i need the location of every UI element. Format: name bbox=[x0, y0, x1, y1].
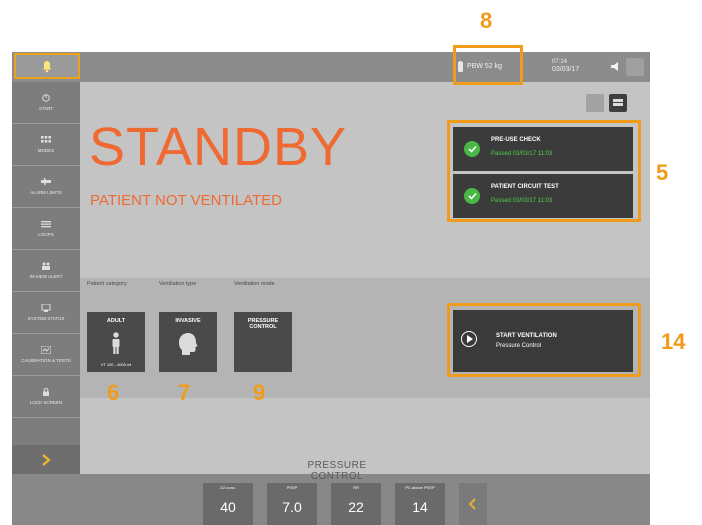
people-icon bbox=[42, 262, 50, 270]
chevron-left-icon bbox=[469, 498, 476, 510]
modes-icon bbox=[41, 136, 51, 143]
collapse-params-button[interactable] bbox=[459, 483, 487, 525]
param-label: RR bbox=[353, 485, 359, 490]
param-value: 40 bbox=[220, 499, 236, 515]
brightness-button[interactable] bbox=[626, 58, 644, 76]
param-value: 22 bbox=[348, 499, 364, 515]
head-profile-icon bbox=[179, 333, 198, 355]
sidebar-item-start[interactable]: START bbox=[12, 82, 80, 124]
adult-category-tile[interactable]: ADULT VT 100 - 4000 ml bbox=[87, 312, 145, 372]
current-mode-title: PRESSURE CONTROL bbox=[307, 460, 367, 482]
invasive-type-tile[interactable]: INVASIVE bbox=[159, 312, 217, 372]
param-label: PEEP bbox=[286, 485, 298, 490]
time-text: 07:14 bbox=[552, 59, 568, 65]
waveform-view-button[interactable] bbox=[586, 94, 604, 112]
param-peep[interactable]: PEEP 7.0 bbox=[267, 483, 317, 525]
sidebar-item-loops[interactable]: LOOPS bbox=[12, 208, 80, 250]
layers-view-button[interactable] bbox=[609, 94, 627, 112]
loops-icon bbox=[41, 221, 51, 228]
date-text: 03/03/17 bbox=[552, 66, 580, 73]
sidebar-item-label: START bbox=[38, 106, 54, 111]
tile-label: ADULT bbox=[106, 318, 126, 324]
person-icon bbox=[112, 332, 120, 354]
callout-box-5 bbox=[447, 120, 641, 222]
param-rr[interactable]: RR 22 bbox=[331, 483, 381, 525]
param-o2-concentration[interactable]: O2 conc. 40 bbox=[203, 483, 253, 525]
tile-subtext: VT 100 - 4000 ml bbox=[100, 362, 132, 367]
calibration-icon bbox=[41, 346, 51, 354]
callout-number-7: 7 bbox=[178, 380, 191, 405]
bell-icon bbox=[42, 61, 52, 73]
sidebar: START MODES ALARM LIMITS LOOPS IN-VIEW A… bbox=[12, 82, 80, 475]
sidebar-item-calibration[interactable]: CALIBRATION & TESTS bbox=[12, 334, 80, 376]
alarm-bell-button[interactable] bbox=[14, 53, 80, 79]
tile-label: INVASIVE bbox=[175, 318, 201, 324]
sidebar-item-system-status[interactable]: SYSTEM STATUS bbox=[12, 292, 80, 334]
sidebar-item-in-view-alert[interactable]: IN-VIEW ALERT bbox=[12, 250, 80, 292]
ventilation-type-label: Ventilation type bbox=[159, 281, 197, 287]
sidebar-next-button[interactable] bbox=[12, 445, 80, 475]
sidebar-item-label: MODES bbox=[37, 148, 55, 153]
param-value: 14 bbox=[412, 499, 428, 515]
param-value: 7.0 bbox=[282, 499, 302, 515]
power-icon bbox=[42, 94, 50, 102]
tile-label: PRESSURE CONTROL bbox=[247, 318, 279, 330]
callout-number-9: 9 bbox=[253, 380, 266, 405]
sidebar-item-label: IN-VIEW ALERT bbox=[29, 274, 63, 279]
sidebar-item-label: LOCK SCREEN bbox=[29, 400, 63, 405]
sidebar-item-label: CALIBRATION & TESTS bbox=[21, 358, 71, 363]
sidebar-item-alarm-limits[interactable]: ALARM LIMITS bbox=[12, 166, 80, 208]
sidebar-item-label: LOOPS bbox=[38, 232, 54, 237]
sidebar-item-label: ALARM LIMITS bbox=[30, 190, 62, 195]
date-time: 07:14 03/03/17 bbox=[552, 59, 579, 73]
chevron-right-icon bbox=[42, 454, 51, 466]
lock-icon bbox=[43, 388, 49, 396]
standby-title: STANDBY bbox=[89, 117, 348, 177]
top-bar: PBW 52 kg 07:14 03/03/17 bbox=[12, 52, 650, 82]
patient-status: PATIENT NOT VENTILATED bbox=[90, 192, 282, 209]
callout-number-8: 8 bbox=[480, 8, 493, 33]
callout-box-8 bbox=[453, 45, 523, 85]
param-label: O2 conc. bbox=[219, 485, 236, 490]
pressure-control-mode-tile[interactable]: PRESSURE CONTROL bbox=[234, 312, 292, 372]
alarm-limits-icon bbox=[41, 178, 51, 185]
param-pc-above-peep[interactable]: PC above PEEP 14 bbox=[395, 483, 445, 525]
layers-icon bbox=[613, 98, 623, 106]
callout-number-14: 14 bbox=[661, 329, 686, 354]
sidebar-item-lock-screen[interactable]: LOCK SCREEN bbox=[12, 376, 80, 418]
sidebar-item-modes[interactable]: MODES bbox=[12, 124, 80, 166]
callout-number-6: 6 bbox=[107, 380, 120, 405]
speaker-icon[interactable] bbox=[610, 61, 624, 72]
callout-box-14 bbox=[447, 303, 641, 377]
sidebar-item-label: SYSTEM STATUS bbox=[27, 316, 65, 321]
system-icon bbox=[41, 304, 51, 312]
param-label: PC above PEEP bbox=[405, 485, 435, 490]
patient-category-label: Patient category bbox=[87, 281, 127, 287]
callout-number-5: 5 bbox=[656, 160, 669, 185]
ventilation-mode-label: Ventilation mode bbox=[234, 281, 275, 287]
